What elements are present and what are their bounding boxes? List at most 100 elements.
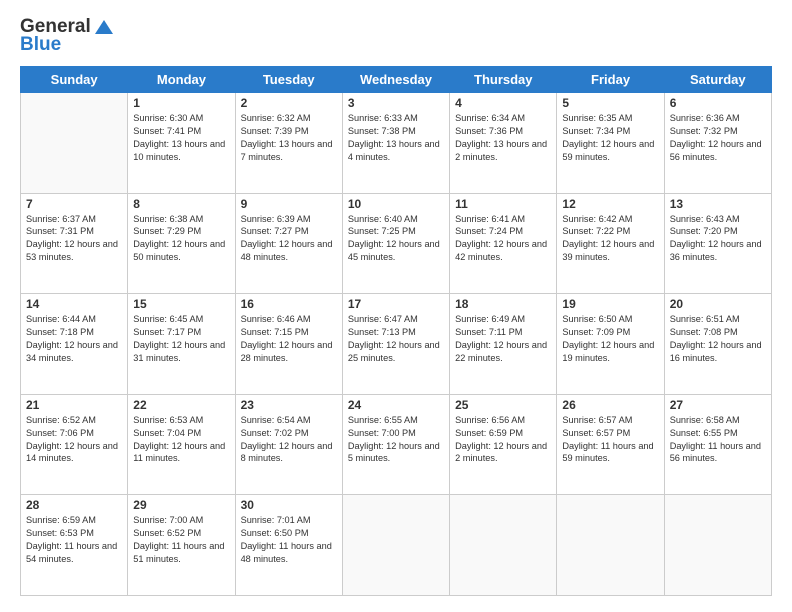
day-number: 28 <box>26 498 122 512</box>
daylight-label: Daylight: 12 hours and 19 minutes. <box>562 340 654 363</box>
calendar-header-row: SundayMondayTuesdayWednesdayThursdayFrid… <box>21 67 772 93</box>
sunset-label: Sunset: 7:15 PM <box>241 327 309 337</box>
daylight-label: Daylight: 13 hours and 4 minutes. <box>348 139 440 162</box>
daylight-label: Daylight: 13 hours and 10 minutes. <box>133 139 225 162</box>
day-number: 25 <box>455 398 551 412</box>
sunset-label: Sunset: 7:02 PM <box>241 428 309 438</box>
daylight-label: Daylight: 12 hours and 53 minutes. <box>26 239 118 262</box>
day-info: Sunrise: 6:44 AM Sunset: 7:18 PM Dayligh… <box>26 313 122 365</box>
sunrise-label: Sunrise: 6:39 AM <box>241 214 311 224</box>
calendar-cell <box>557 495 664 596</box>
day-number: 16 <box>241 297 337 311</box>
daylight-label: Daylight: 12 hours and 59 minutes. <box>562 139 654 162</box>
sunrise-label: Sunrise: 7:00 AM <box>133 515 203 525</box>
calendar-cell: 13 Sunrise: 6:43 AM Sunset: 7:20 PM Dayl… <box>664 193 771 294</box>
day-info: Sunrise: 6:53 AM Sunset: 7:04 PM Dayligh… <box>133 414 229 466</box>
daylight-label: Daylight: 12 hours and 16 minutes. <box>670 340 762 363</box>
day-number: 17 <box>348 297 444 311</box>
sunrise-label: Sunrise: 6:56 AM <box>455 415 525 425</box>
day-number: 12 <box>562 197 658 211</box>
day-number: 8 <box>133 197 229 211</box>
daylight-label: Daylight: 12 hours and 5 minutes. <box>348 441 440 464</box>
day-info: Sunrise: 6:40 AM Sunset: 7:25 PM Dayligh… <box>348 213 444 265</box>
calendar-cell: 1 Sunrise: 6:30 AM Sunset: 7:41 PM Dayli… <box>128 93 235 194</box>
day-info: Sunrise: 6:52 AM Sunset: 7:06 PM Dayligh… <box>26 414 122 466</box>
daylight-label: Daylight: 12 hours and 14 minutes. <box>26 441 118 464</box>
day-number: 4 <box>455 96 551 110</box>
day-info: Sunrise: 6:49 AM Sunset: 7:11 PM Dayligh… <box>455 313 551 365</box>
daylight-label: Daylight: 12 hours and 36 minutes. <box>670 239 762 262</box>
calendar-cell: 22 Sunrise: 6:53 AM Sunset: 7:04 PM Dayl… <box>128 394 235 495</box>
sunrise-label: Sunrise: 6:45 AM <box>133 314 203 324</box>
sunrise-label: Sunrise: 6:53 AM <box>133 415 203 425</box>
calendar-table: SundayMondayTuesdayWednesdayThursdayFrid… <box>20 66 772 596</box>
calendar-week-2: 7 Sunrise: 6:37 AM Sunset: 7:31 PM Dayli… <box>21 193 772 294</box>
sunrise-label: Sunrise: 6:30 AM <box>133 113 203 123</box>
day-info: Sunrise: 6:58 AM Sunset: 6:55 PM Dayligh… <box>670 414 766 466</box>
day-info: Sunrise: 6:39 AM Sunset: 7:27 PM Dayligh… <box>241 213 337 265</box>
calendar-cell: 27 Sunrise: 6:58 AM Sunset: 6:55 PM Dayl… <box>664 394 771 495</box>
daylight-label: Daylight: 12 hours and 28 minutes. <box>241 340 333 363</box>
calendar-cell: 2 Sunrise: 6:32 AM Sunset: 7:39 PM Dayli… <box>235 93 342 194</box>
sunset-label: Sunset: 7:32 PM <box>670 126 738 136</box>
sunset-label: Sunset: 6:57 PM <box>562 428 630 438</box>
day-info: Sunrise: 6:56 AM Sunset: 6:59 PM Dayligh… <box>455 414 551 466</box>
daylight-label: Daylight: 12 hours and 25 minutes. <box>348 340 440 363</box>
sunrise-label: Sunrise: 6:41 AM <box>455 214 525 224</box>
calendar-cell: 24 Sunrise: 6:55 AM Sunset: 7:00 PM Dayl… <box>342 394 449 495</box>
day-info: Sunrise: 6:51 AM Sunset: 7:08 PM Dayligh… <box>670 313 766 365</box>
sunrise-label: Sunrise: 6:32 AM <box>241 113 311 123</box>
day-info: Sunrise: 6:32 AM Sunset: 7:39 PM Dayligh… <box>241 112 337 164</box>
header: General Blue <box>20 16 772 56</box>
sunset-label: Sunset: 7:31 PM <box>26 226 94 236</box>
weekday-header-friday: Friday <box>557 67 664 93</box>
day-number: 6 <box>670 96 766 110</box>
day-number: 9 <box>241 197 337 211</box>
sunrise-label: Sunrise: 6:47 AM <box>348 314 418 324</box>
day-number: 1 <box>133 96 229 110</box>
sunrise-label: Sunrise: 6:58 AM <box>670 415 740 425</box>
day-info: Sunrise: 6:33 AM Sunset: 7:38 PM Dayligh… <box>348 112 444 164</box>
weekday-header-monday: Monday <box>128 67 235 93</box>
calendar-cell: 7 Sunrise: 6:37 AM Sunset: 7:31 PM Dayli… <box>21 193 128 294</box>
day-number: 29 <box>133 498 229 512</box>
day-number: 15 <box>133 297 229 311</box>
daylight-label: Daylight: 11 hours and 48 minutes. <box>241 541 332 564</box>
day-number: 26 <box>562 398 658 412</box>
sunset-label: Sunset: 7:00 PM <box>348 428 416 438</box>
sunset-label: Sunset: 7:34 PM <box>562 126 630 136</box>
calendar-cell: 25 Sunrise: 6:56 AM Sunset: 6:59 PM Dayl… <box>450 394 557 495</box>
sunset-label: Sunset: 7:41 PM <box>133 126 201 136</box>
calendar-cell: 19 Sunrise: 6:50 AM Sunset: 7:09 PM Dayl… <box>557 294 664 395</box>
calendar-cell: 9 Sunrise: 6:39 AM Sunset: 7:27 PM Dayli… <box>235 193 342 294</box>
calendar-cell: 4 Sunrise: 6:34 AM Sunset: 7:36 PM Dayli… <box>450 93 557 194</box>
daylight-label: Daylight: 11 hours and 59 minutes. <box>562 441 653 464</box>
day-number: 13 <box>670 197 766 211</box>
day-number: 23 <box>241 398 337 412</box>
sunrise-label: Sunrise: 7:01 AM <box>241 515 311 525</box>
day-number: 10 <box>348 197 444 211</box>
sunset-label: Sunset: 7:27 PM <box>241 226 309 236</box>
day-info: Sunrise: 6:57 AM Sunset: 6:57 PM Dayligh… <box>562 414 658 466</box>
sunrise-label: Sunrise: 6:37 AM <box>26 214 96 224</box>
weekday-header-sunday: Sunday <box>21 67 128 93</box>
calendar-week-3: 14 Sunrise: 6:44 AM Sunset: 7:18 PM Dayl… <box>21 294 772 395</box>
calendar-cell <box>450 495 557 596</box>
sunset-label: Sunset: 7:22 PM <box>562 226 630 236</box>
sunrise-label: Sunrise: 6:55 AM <box>348 415 418 425</box>
sunrise-label: Sunrise: 6:33 AM <box>348 113 418 123</box>
weekday-header-wednesday: Wednesday <box>342 67 449 93</box>
daylight-label: Daylight: 12 hours and 56 minutes. <box>670 139 762 162</box>
sunset-label: Sunset: 6:52 PM <box>133 528 201 538</box>
sunrise-label: Sunrise: 6:38 AM <box>133 214 203 224</box>
daylight-label: Daylight: 12 hours and 34 minutes. <box>26 340 118 363</box>
sunrise-label: Sunrise: 6:59 AM <box>26 515 96 525</box>
calendar-cell: 29 Sunrise: 7:00 AM Sunset: 6:52 PM Dayl… <box>128 495 235 596</box>
sunset-label: Sunset: 7:11 PM <box>455 327 522 337</box>
calendar-cell: 20 Sunrise: 6:51 AM Sunset: 7:08 PM Dayl… <box>664 294 771 395</box>
day-number: 11 <box>455 197 551 211</box>
daylight-label: Daylight: 11 hours and 51 minutes. <box>133 541 224 564</box>
daylight-label: Daylight: 12 hours and 2 minutes. <box>455 441 547 464</box>
sunset-label: Sunset: 6:50 PM <box>241 528 309 538</box>
daylight-label: Daylight: 12 hours and 39 minutes. <box>562 239 654 262</box>
